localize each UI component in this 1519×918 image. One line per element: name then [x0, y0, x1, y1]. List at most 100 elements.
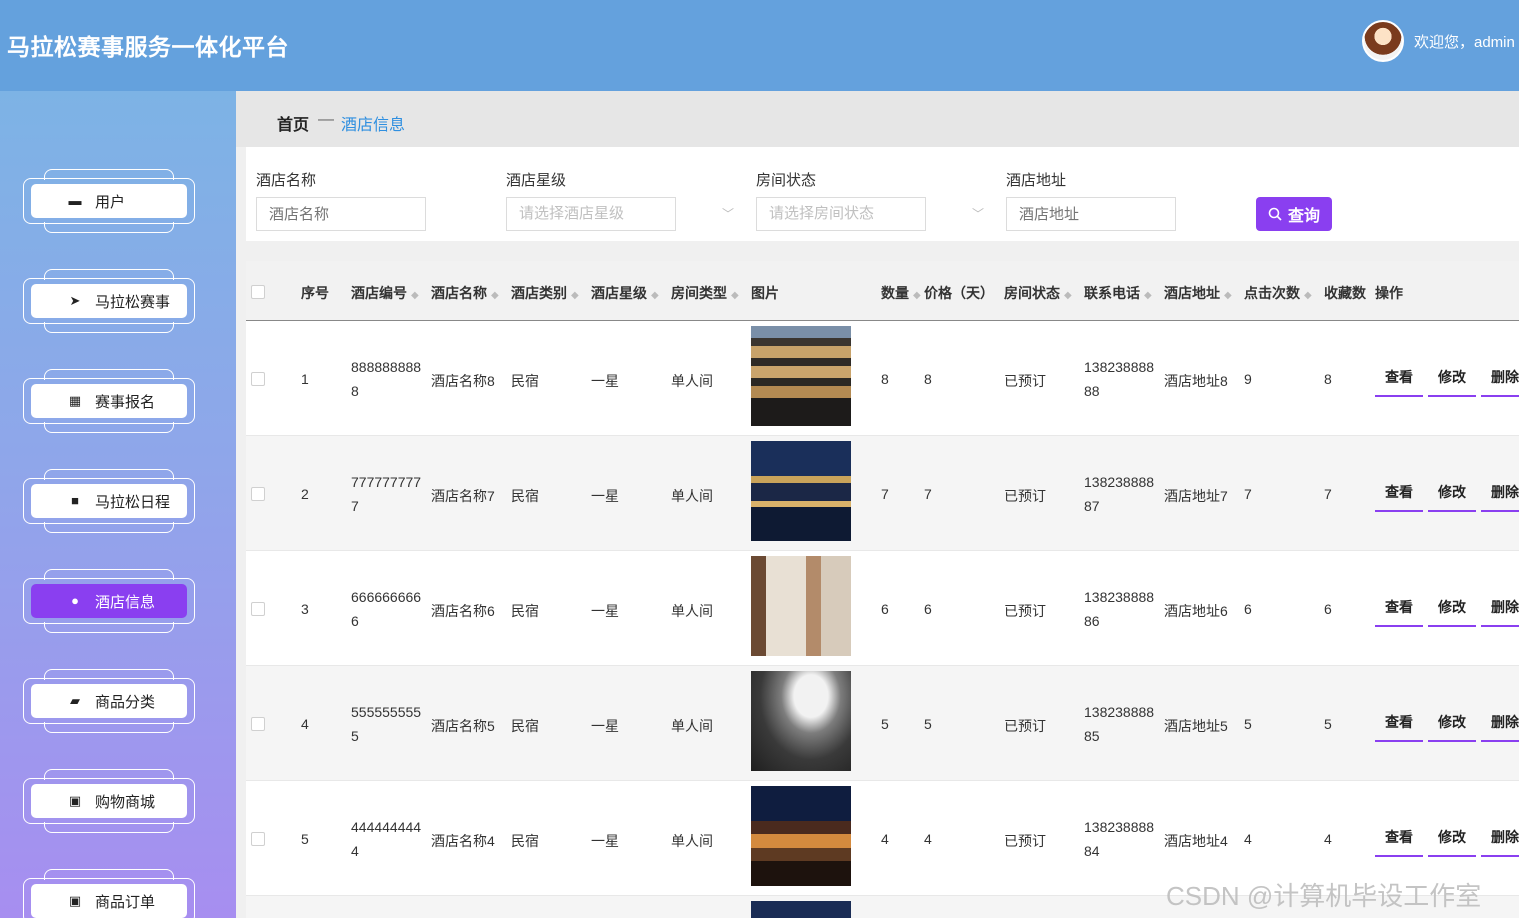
hotel-image[interactable]	[751, 556, 851, 656]
row-checkbox[interactable]	[251, 717, 265, 731]
edit-button[interactable]: 修改	[1428, 712, 1476, 742]
cell-clicks: 5	[1244, 716, 1252, 732]
room-status-select[interactable]: 请选择房间状态	[756, 197, 926, 231]
hotel-star-select[interactable]: 请选择酒店星级	[506, 197, 676, 231]
col-clicks-label: 点击次数	[1244, 285, 1300, 301]
row-checkbox[interactable]	[251, 372, 265, 386]
cell-code: 7777777777	[351, 474, 422, 514]
view-button[interactable]: 查看	[1375, 827, 1423, 857]
cell-index: 3	[301, 601, 309, 617]
view-button[interactable]: 查看	[1375, 712, 1423, 742]
cell-room-status: 已预订	[1004, 373, 1046, 389]
sidebar-item-registration[interactable]: ▦ 赛事报名	[23, 369, 195, 433]
edit-button[interactable]: 修改	[1428, 827, 1476, 857]
delete-button[interactable]: 删除	[1481, 482, 1519, 512]
col-room-status[interactable]: 房间状态 ◆	[1004, 283, 1072, 303]
view-button[interactable]: 查看	[1375, 482, 1423, 512]
sort-icon[interactable]: ◆	[571, 290, 579, 301]
sort-icon[interactable]: ◆	[1064, 290, 1072, 301]
hotel-image[interactable]	[751, 671, 851, 771]
grid-icon: ▦	[68, 393, 82, 408]
sort-icon[interactable]: ◆	[1304, 290, 1312, 301]
hotel-address-input[interactable]	[1006, 197, 1176, 231]
breadcrumb-home[interactable]: 首页	[277, 111, 309, 135]
sidebar-item-user[interactable]: ▬ 用户	[23, 169, 195, 233]
cell-address: 酒店地址8	[1164, 373, 1228, 389]
cell-phone: 13823888887	[1084, 474, 1155, 514]
cell-index: 2	[301, 486, 309, 502]
row-checkbox[interactable]	[251, 487, 265, 501]
col-image: 图片	[751, 285, 779, 301]
sort-icon[interactable]: ◆	[491, 290, 499, 301]
breadcrumb: 首页 — 酒店信息	[236, 91, 1519, 147]
delete-button[interactable]: 删除	[1481, 827, 1519, 857]
cell-name: 酒店名称4	[431, 833, 495, 849]
cell-name: 酒店名称5	[431, 718, 495, 734]
sort-icon[interactable]: ◆	[731, 290, 739, 301]
sidebar-item-label: 马拉松赛事	[95, 293, 171, 311]
top-header: 马拉松赛事服务一体化平台 欢迎您，admin	[0, 0, 1519, 91]
sidebar: ▬ 用户 ➤ 马拉松赛事 ▦ 赛事报名 ■ 马拉松日程 ● 酒店信息 ▰ 商品分类 ▣ 购物商…	[0, 91, 236, 918]
hotel-image[interactable]	[751, 901, 851, 918]
select-all-checkbox[interactable]	[251, 285, 265, 299]
user-menu[interactable]: 欢迎您，admin	[1362, 20, 1515, 62]
hotel-image[interactable]	[751, 326, 851, 426]
sort-icon[interactable]: ◆	[913, 290, 921, 301]
avatar[interactable]	[1362, 20, 1404, 62]
sidebar-item-schedule[interactable]: ■ 马拉松日程	[23, 469, 195, 533]
sort-icon[interactable]: ◆	[1144, 290, 1152, 301]
col-room-status-label: 房间状态	[1004, 285, 1060, 301]
col-room-type[interactable]: 房间类型 ◆	[671, 283, 739, 303]
sidebar-item-orders[interactable]: ▣ 商品订单	[23, 869, 195, 918]
edit-button[interactable]: 修改	[1428, 597, 1476, 627]
sidebar-item-label: 赛事报名	[95, 393, 156, 411]
paper-plane-icon: ➤	[69, 293, 81, 308]
table-header: 序号 酒店编号 ◆ 酒店名称 ◆ 酒店类别 ◆ 酒店星级 ◆ 房间类型 ◆ 图片 数量 ◆ …	[246, 261, 1519, 321]
sidebar-item-shop[interactable]: ▣ 购物商城	[23, 769, 195, 833]
col-code[interactable]: 酒店编号 ◆	[351, 283, 419, 303]
sidebar-item-product-category[interactable]: ▰ 商品分类	[23, 669, 195, 733]
edit-button[interactable]: 修改	[1428, 367, 1476, 397]
hotel-image[interactable]	[751, 441, 851, 541]
cell-price: 6	[924, 601, 932, 617]
sort-icon[interactable]: ◆	[651, 290, 659, 301]
sidebar-item-marathon-event[interactable]: ➤ 马拉松赛事	[23, 269, 195, 333]
cell-star: 一星	[591, 373, 619, 389]
view-button[interactable]: 查看	[1375, 597, 1423, 627]
col-quantity[interactable]: 数量 ◆	[881, 283, 921, 303]
cell-name: 酒店名称8	[431, 373, 495, 389]
cell-category: 民宿	[511, 718, 539, 734]
col-star[interactable]: 酒店星级 ◆	[591, 283, 659, 303]
sidebar-item-hotel-info[interactable]: ● 酒店信息	[23, 569, 195, 633]
col-clicks[interactable]: 点击次数 ◆	[1244, 283, 1312, 303]
col-name[interactable]: 酒店名称 ◆	[431, 283, 499, 303]
cell-address: 酒店地址4	[1164, 833, 1228, 849]
query-button[interactable]: 查询	[1256, 197, 1332, 231]
cell-star: 一星	[591, 603, 619, 619]
hotel-image[interactable]	[751, 786, 851, 886]
delete-button[interactable]: 删除	[1481, 367, 1519, 397]
cell-room-type: 单人间	[671, 603, 713, 619]
col-address[interactable]: 酒店地址 ◆	[1164, 283, 1232, 303]
cell-category: 民宿	[511, 833, 539, 849]
view-button[interactable]: 查看	[1375, 367, 1423, 397]
col-star-label: 酒店星级	[591, 285, 647, 301]
col-room-type-label: 房间类型	[671, 285, 727, 301]
welcome-text: 欢迎您，admin	[1414, 33, 1515, 51]
edit-button[interactable]: 修改	[1428, 482, 1476, 512]
row-checkbox[interactable]	[251, 602, 265, 616]
hotel-name-label: 酒店名称	[256, 172, 317, 189]
cell-favorites: 6	[1324, 601, 1332, 617]
cell-phone: 13823888886	[1084, 589, 1155, 629]
sort-icon[interactable]: ◆	[1224, 290, 1232, 301]
delete-button[interactable]: 删除	[1481, 712, 1519, 742]
col-category[interactable]: 酒店类别 ◆	[511, 283, 579, 303]
hotel-name-input[interactable]	[256, 197, 426, 231]
row-checkbox[interactable]	[251, 832, 265, 846]
delete-button[interactable]: 删除	[1481, 597, 1519, 627]
sidebar-item-label: 酒店信息	[95, 593, 156, 611]
col-category-label: 酒店类别	[511, 285, 567, 301]
sort-icon[interactable]: ◆	[411, 290, 419, 301]
col-favorites: 收藏数	[1324, 285, 1366, 301]
col-phone[interactable]: 联系电话 ◆	[1084, 283, 1152, 303]
